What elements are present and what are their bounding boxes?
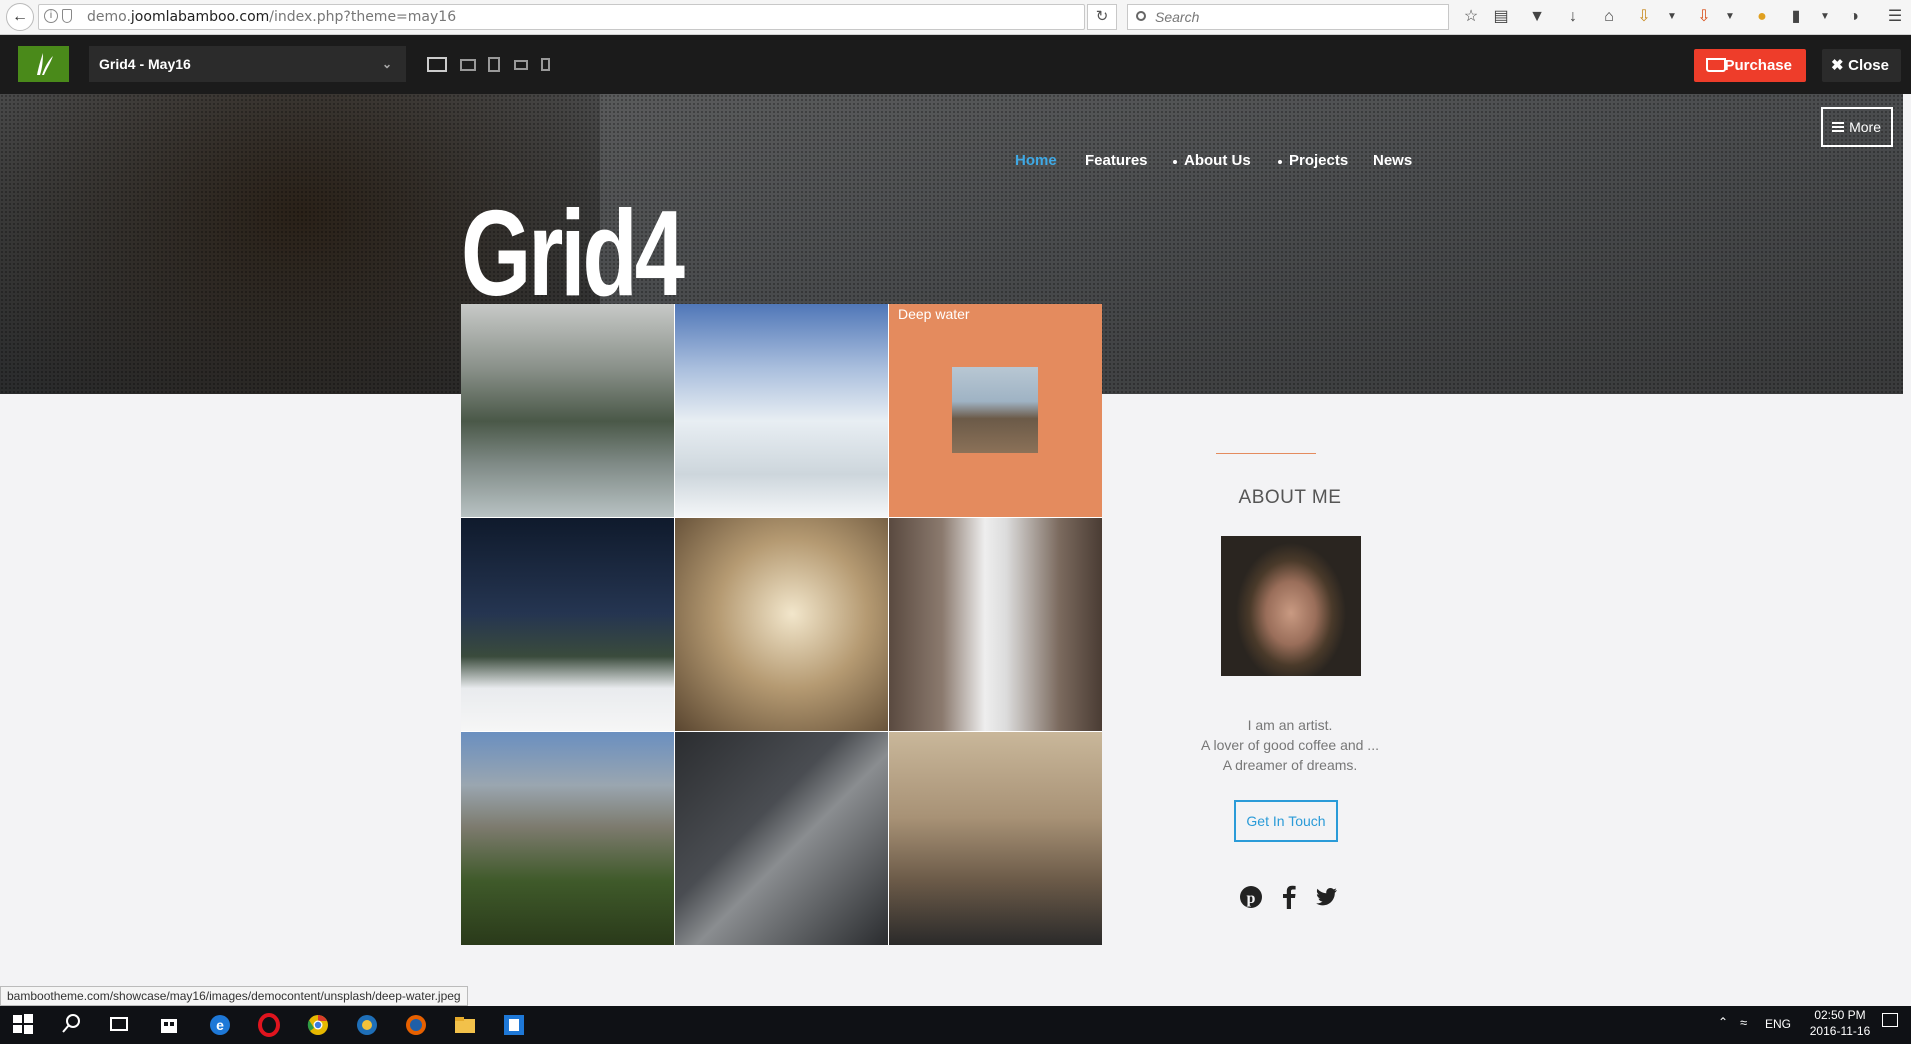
- close-label: Close: [1848, 57, 1889, 74]
- avatar: [1221, 536, 1361, 676]
- theme-demo-bar: Grid4 - May16 ⌄ Purchase ✖ Close: [0, 35, 1911, 94]
- browser-toolbar: ← demo.joomlabamboo.com/index.php?theme=…: [0, 0, 1911, 35]
- tracking-shield-icon[interactable]: [62, 9, 72, 23]
- facebook-icon[interactable]: [1276, 884, 1302, 910]
- desktop-view-icon[interactable]: [427, 57, 447, 72]
- search-icon[interactable]: [60, 1013, 84, 1037]
- store-icon[interactable]: [158, 1013, 182, 1037]
- app-icon[interactable]: [355, 1013, 379, 1037]
- grid-tile-coffee[interactable]: [675, 732, 888, 945]
- chevron-up-icon[interactable]: ⌃: [1718, 1015, 1728, 1029]
- dropdown-arrow-icon[interactable]: ▼: [1662, 7, 1682, 27]
- grid-tile-cabin[interactable]: [461, 518, 674, 731]
- reading-list-icon[interactable]: ▤: [1491, 7, 1511, 27]
- svg-text:e: e: [216, 1017, 224, 1033]
- theme-select[interactable]: Grid4 - May16 ⌄: [89, 46, 406, 82]
- task-view-icon[interactable]: [108, 1013, 132, 1037]
- nav-bullet: [1278, 160, 1282, 164]
- tile-thumbnail: [952, 367, 1038, 453]
- nav-bullet: [1173, 160, 1177, 164]
- url-path: /index.php?theme=may16: [269, 9, 457, 25]
- nav-projects[interactable]: Projects: [1289, 152, 1348, 169]
- address-bar[interactable]: demo.joomlabamboo.com/index.php?theme=ma…: [38, 4, 1085, 30]
- notifications-icon[interactable]: [1882, 1013, 1898, 1027]
- phone-view-icon[interactable]: [541, 58, 550, 71]
- nav-features[interactable]: Features: [1085, 152, 1148, 169]
- reload-button[interactable]: ↻: [1087, 4, 1117, 30]
- leaf-icon: [36, 53, 53, 75]
- laptop-view-icon[interactable]: [460, 59, 476, 71]
- close-button[interactable]: ✖ Close: [1822, 49, 1901, 82]
- app-icon[interactable]: [502, 1013, 526, 1037]
- nav-news[interactable]: News: [1373, 152, 1412, 169]
- firefox-icon[interactable]: [404, 1013, 428, 1037]
- download-icon[interactable]: ↓: [1563, 7, 1583, 27]
- chrome-icon[interactable]: [306, 1013, 330, 1037]
- dropdown-arrow-icon[interactable]: ▼: [1815, 7, 1835, 27]
- clipboard-icon[interactable]: ▮: [1786, 7, 1806, 27]
- tablet-landscape-view-icon[interactable]: [514, 60, 528, 70]
- theme-select-value: Grid4 - May16: [99, 56, 191, 72]
- grid-tile-river[interactable]: [461, 304, 674, 517]
- svg-text:p: p: [1247, 890, 1256, 907]
- grid-tile-shop[interactable]: [889, 732, 1102, 945]
- about-me-heading: ABOUT ME: [1238, 487, 1342, 508]
- clock-time[interactable]: 02:50 PM: [1805, 1008, 1875, 1022]
- menu-icon[interactable]: ☰: [1885, 7, 1905, 27]
- back-button[interactable]: ←: [6, 3, 34, 31]
- search-placeholder: Search: [1155, 9, 1200, 25]
- color-extension-icon[interactable]: ●: [1752, 7, 1772, 27]
- cart-icon: [1706, 58, 1726, 72]
- ublock-icon[interactable]: ◑: [1844, 7, 1864, 27]
- info-icon[interactable]: i: [44, 9, 58, 23]
- clock-date[interactable]: 2016-11-16: [1800, 1024, 1880, 1038]
- extension-download-icon[interactable]: ⇩: [1634, 7, 1654, 27]
- photo-grid: Deep water: [461, 304, 1102, 945]
- url-host: joomlabamboo.com: [130, 9, 270, 25]
- pinterest-icon[interactable]: p: [1238, 884, 1264, 910]
- close-icon: ✖: [1831, 57, 1844, 74]
- grid-tile-yosemite[interactable]: [461, 732, 674, 945]
- bio-line: A lover of good coffee and ...: [1201, 737, 1379, 753]
- file-explorer-icon[interactable]: [453, 1013, 477, 1037]
- windows-start-icon[interactable]: [12, 1013, 36, 1037]
- language-indicator[interactable]: ENG: [1765, 1017, 1791, 1031]
- bio-line: I am an artist.: [1247, 717, 1333, 733]
- nav-about-us[interactable]: About Us: [1184, 152, 1251, 169]
- bookmark-star-icon[interactable]: ☆: [1461, 7, 1481, 27]
- hamburger-icon: [1832, 122, 1844, 132]
- dropdown-arrow-icon[interactable]: ▼: [1720, 7, 1740, 27]
- nav-home[interactable]: Home: [1015, 152, 1057, 169]
- chevron-down-icon: ⌄: [381, 57, 392, 71]
- search-icon: [1136, 11, 1146, 21]
- divider: [1216, 453, 1316, 454]
- grid-tile-deep-water[interactable]: Deep water: [889, 304, 1102, 517]
- wifi-icon[interactable]: ≈: [1740, 1015, 1747, 1030]
- grid-tile-snow-mountain[interactable]: [675, 304, 888, 517]
- tablet-portrait-view-icon[interactable]: [488, 57, 500, 72]
- extension-icon[interactable]: ⇩: [1694, 7, 1714, 27]
- twitter-icon[interactable]: [1313, 884, 1339, 910]
- home-icon[interactable]: ⌂: [1599, 7, 1619, 27]
- status-bar-url: bambootheme.com/showcase/may16/images/de…: [0, 986, 468, 1006]
- get-in-touch-button[interactable]: Get In Touch: [1234, 800, 1338, 842]
- bamboo-logo[interactable]: [18, 46, 69, 82]
- opera-icon[interactable]: [257, 1013, 281, 1037]
- bio-line: A dreamer of dreams.: [1222, 757, 1358, 773]
- pocket-icon[interactable]: ▼: [1527, 7, 1547, 27]
- windows-taskbar: e: [0, 1006, 1911, 1044]
- browser-search-input[interactable]: Search: [1127, 4, 1449, 30]
- grid-tile-dead-trees[interactable]: [675, 518, 888, 731]
- edge-icon[interactable]: e: [208, 1013, 232, 1037]
- site-title[interactable]: Grid4: [461, 192, 685, 314]
- grid-tile-waterfall[interactable]: [889, 518, 1102, 731]
- url-prefix: demo.: [87, 9, 131, 25]
- tile-caption: Deep water: [898, 306, 970, 322]
